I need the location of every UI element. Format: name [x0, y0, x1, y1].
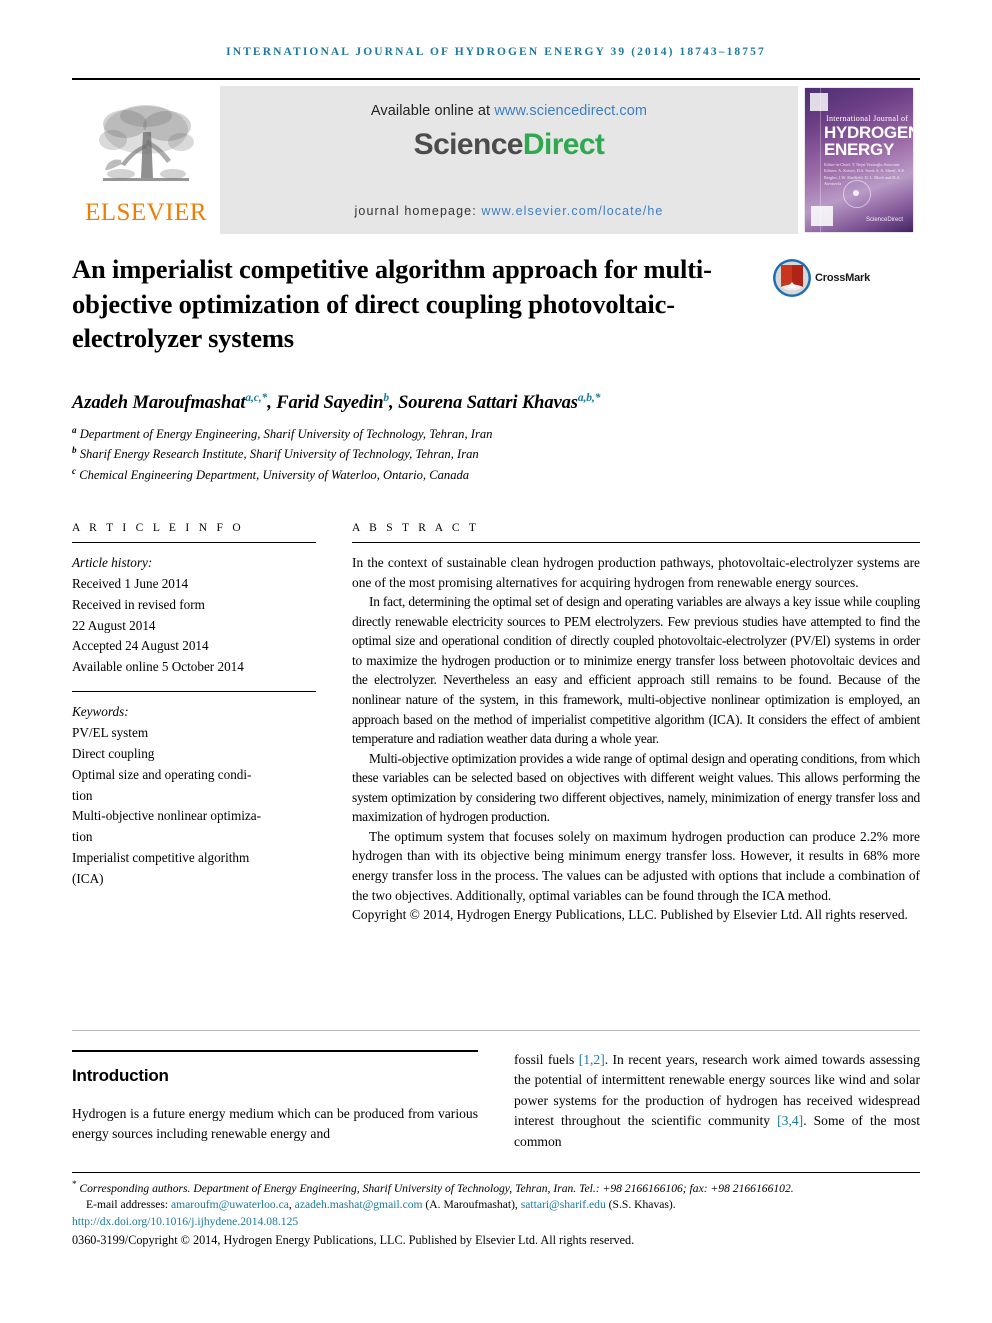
author-marks-2: b — [383, 392, 390, 404]
article-history-item: 22 August 2014 — [72, 617, 156, 633]
issn-copyright-line: 0360-3199/Copyright © 2014, Hydrogen Ene… — [72, 1233, 635, 1248]
affiliation-text-a: Department of Energy Engineering, Sharif… — [79, 427, 493, 442]
abstract-paragraph: The optimum system that focuses solely o… — [352, 828, 920, 903]
keyword-item: (ICA) — [72, 871, 104, 887]
cover-elsevier-mark — [810, 93, 828, 111]
journal-homepage-line: journal homepage: www.elsevier.com/locat… — [220, 204, 798, 218]
article-history-item: Available online 5 October 2014 — [72, 659, 244, 675]
affiliation-text-b: Sharif Energy Research Institute, Sharif… — [79, 447, 479, 462]
keywords-label: Keywords: — [72, 704, 129, 720]
author-name-2: Farid Sayedin — [276, 393, 384, 414]
sciencedirect-url[interactable]: www.sciencedirect.com — [494, 103, 647, 119]
article-history-item: Received in revised form — [72, 596, 205, 612]
crossmark-label: CrossMark — [815, 272, 871, 284]
abstract-column: A B S T R A C T In the context of sustai… — [352, 522, 920, 925]
email-label: E-mail addresses: — [86, 1198, 171, 1212]
email-link-3[interactable]: sattari@sharif.edu — [521, 1198, 606, 1211]
body-columns: Introduction Hydrogen is a future energy… — [72, 1050, 920, 1152]
introduction-heading: Introduction — [72, 1066, 169, 1085]
crossmark-badge-group[interactable]: CrossMark — [772, 258, 870, 298]
keyword-item: Multi-objective nonlinear optimiza- — [72, 808, 261, 824]
author-name-1: Azadeh Maroufmashat — [72, 393, 246, 414]
affiliation-b: b Sharif Energy Research Institute, Shar… — [72, 444, 920, 464]
running-head: International Journal of Hydrogen Energy… — [226, 46, 766, 58]
body-left-column: Introduction Hydrogen is a future energy… — [72, 1050, 478, 1152]
keyword-item: Optimal size and operating condi- — [72, 766, 252, 782]
keyword-item: Direct coupling — [72, 745, 155, 761]
abstract-paragraph: In fact, determining the optimal set of … — [352, 594, 920, 747]
introduction-rule — [72, 1050, 478, 1052]
page-title: An imperialist competitive algorithm app… — [72, 254, 712, 354]
title-row: An imperialist competitive algorithm app… — [72, 252, 920, 356]
affiliation-text-c: Chemical Engineering Department, Univers… — [79, 467, 470, 482]
affiliation-list: a Department of Energy Engineering, Shar… — [72, 424, 920, 485]
author-marks-3: a,b,* — [577, 392, 601, 404]
abstract-paragraph: Multi-objective optimization provides a … — [352, 750, 920, 825]
cover-dot-graphic — [853, 190, 859, 196]
journal-cover-thumbnail[interactable]: International Journal of HYDROGEN ENERGY… — [805, 88, 913, 232]
cover-sciencedirect-mark: ScienceDirect — [865, 217, 903, 223]
cover-journal-energy: ENERGY — [824, 140, 894, 159]
elsevier-logo: ELSEVIER — [72, 80, 220, 240]
cover-journal-prefix: International Journal of — [826, 114, 909, 123]
abstract-heading: A B S T R A C T — [352, 522, 480, 534]
email-owner-1: (A. Maroufmashat), — [422, 1198, 521, 1212]
email-link-1[interactable]: amaroufm@uwaterloo.ca — [171, 1198, 289, 1211]
intro-right-pre: fossil fuels — [514, 1052, 579, 1067]
abstract-copyright: Copyright © 2014, Hydrogen Energy Public… — [352, 907, 908, 923]
info-abstract-region: A R T I C L E I N F O Article history: R… — [72, 522, 920, 925]
email-link-2[interactable]: azadeh.mashat@gmail.com — [295, 1198, 423, 1211]
corresponding-author-text: Corresponding authors. Department of Ene… — [79, 1181, 794, 1195]
citation-link-2[interactable]: [3,4] — [777, 1113, 803, 1128]
article-info-heading: A R T I C L E I N F O — [72, 522, 244, 534]
article-info-column: A R T I C L E I N F O Article history: R… — [72, 522, 316, 925]
elsevier-tree-icon — [99, 104, 194, 181]
keyword-item: tion — [72, 829, 93, 845]
journal-homepage-url[interactable]: www.elsevier.com/locate/he — [481, 204, 663, 218]
cover-ihe-logo — [811, 206, 833, 226]
journal-homepage-label: journal homepage: — [354, 204, 482, 218]
sciencedirect-logo-direct: Direct — [522, 128, 605, 161]
doi-link[interactable]: http://dx.doi.org/10.1016/j.ijhydene.201… — [72, 1214, 920, 1230]
affiliation-mark-c: c — [72, 465, 77, 476]
article-info-rule — [72, 542, 316, 543]
keywords-rule — [72, 691, 316, 693]
keyword-item: PV/EL system — [72, 725, 149, 741]
affiliation-c: c Chemical Engineering Department, Unive… — [72, 465, 920, 485]
masthead-band: ELSEVIER Available online at www.science… — [72, 78, 920, 240]
cover-journal-hydrogen: HYDROGEN — [824, 123, 913, 142]
affiliation-mark-a: a — [72, 425, 77, 435]
keyword-item: tion — [72, 787, 93, 803]
abstract-paragraph: In the context of sustainable clean hydr… — [352, 555, 920, 590]
article-history-label: Article history: — [72, 555, 153, 570]
body-right-column: fossil fuels [1,2]. In recent years, res… — [514, 1050, 920, 1152]
footnote-region: * Corresponding authors. Department of E… — [72, 1172, 920, 1250]
body-separator — [72, 1030, 920, 1031]
author-name-3: Sourena Sattari Khavas — [398, 393, 578, 414]
introduction-paragraph-left: Hydrogen is a future energy medium which… — [72, 1106, 478, 1142]
sciencedirect-logo-science: Science — [413, 128, 524, 161]
author-marks-1: a,c,* — [245, 392, 268, 404]
elsevier-wordmark: ELSEVIER — [84, 198, 208, 226]
paper-page: International Journal of Hydrogen Energy… — [0, 0, 992, 1323]
corresponding-author-note: * Corresponding authors. Department of E… — [72, 1178, 920, 1197]
keyword-item: Imperialist competitive algorithm — [72, 850, 250, 866]
crossmark-icon — [773, 259, 811, 297]
introduction-paragraph-right: fossil fuels [1,2]. In recent years, res… — [514, 1050, 920, 1152]
sciencedirect-band: Available online at www.sciencedirect.co… — [220, 86, 798, 234]
affiliation-a: a Department of Energy Engineering, Shar… — [72, 424, 920, 444]
abstract-rule — [352, 542, 920, 543]
email-addresses-note: E-mail addresses: amaroufm@uwaterloo.ca,… — [72, 1197, 920, 1213]
footnote-star-icon: * — [72, 1179, 77, 1189]
citation-link-1[interactable]: [1,2] — [579, 1052, 605, 1067]
article-history-item: Received 1 June 2014 — [72, 575, 189, 591]
email-owner-3: (S.S. Khavas). — [605, 1198, 676, 1212]
journal-cover-block: International Journal of HYDROGEN ENERGY… — [798, 80, 920, 240]
sciencedirect-logo[interactable]: ScienceDirect — [414, 128, 605, 162]
available-online-text: Available online at — [370, 103, 495, 119]
author-list: Azadeh Maroufmashata,c,*, Farid Sayedinb… — [72, 392, 601, 414]
article-history-item: Accepted 24 August 2014 — [72, 638, 209, 654]
affiliation-mark-b: b — [72, 445, 77, 456]
available-online-line: Available online at www.sciencedirect.co… — [371, 103, 647, 119]
